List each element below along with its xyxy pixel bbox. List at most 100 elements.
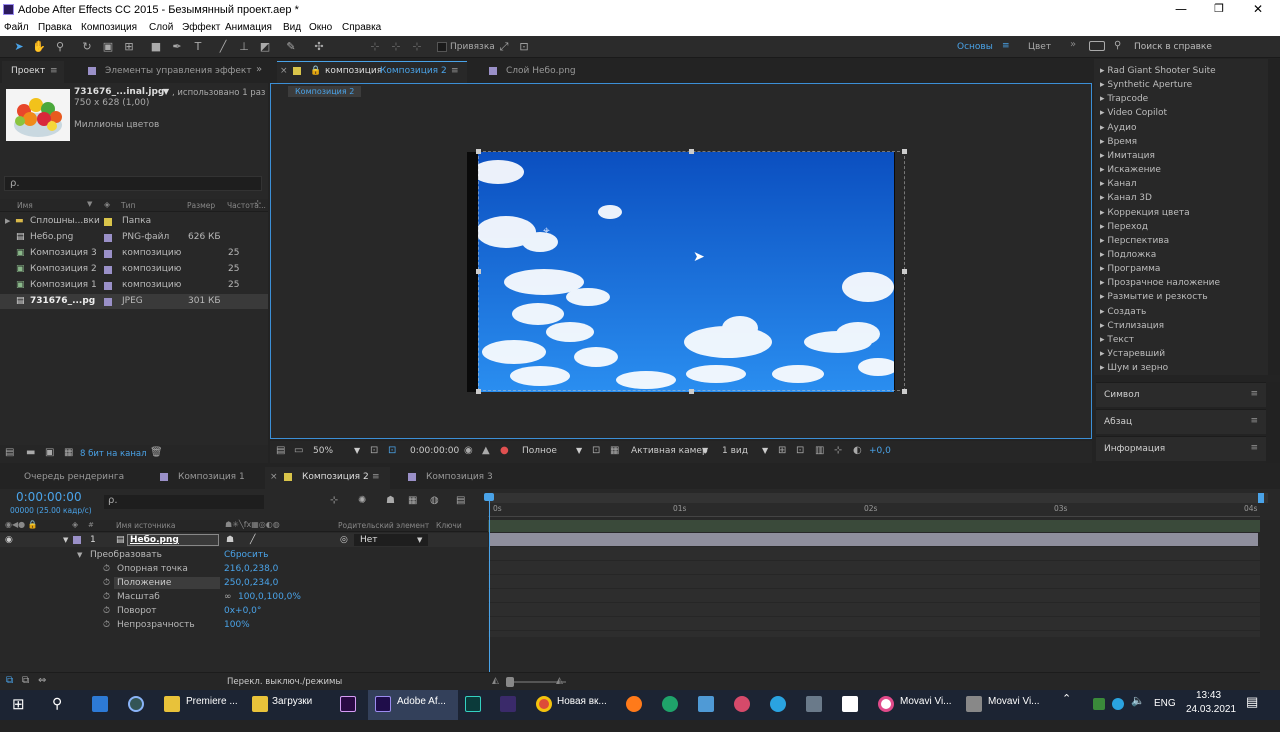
new-comp-icon[interactable]: ▣ <box>45 447 54 458</box>
col-size[interactable]: Размер <box>187 201 215 210</box>
transform-handle[interactable] <box>476 269 481 274</box>
audition-app-icon[interactable] <box>465 696 481 712</box>
document-app-icon[interactable] <box>842 696 858 712</box>
panel-character[interactable]: Символ ≡ <box>1096 382 1266 407</box>
trash-icon[interactable]: 🗑 <box>150 447 163 458</box>
effect-category[interactable]: ▸ Канал 3D <box>1100 193 1152 203</box>
transform-handle[interactable] <box>902 269 907 274</box>
zoom-select[interactable]: 50% <box>313 446 333 456</box>
effect-category[interactable]: ▸ Создать <box>1100 307 1146 317</box>
asset-dropdown-icon[interactable]: ▼ <box>163 87 169 96</box>
timeline-icon[interactable]: ▥ <box>815 445 824 456</box>
puppet-tool-icon[interactable]: ✣ <box>312 40 326 54</box>
layer-expand-icon[interactable]: ▼ <box>63 536 68 544</box>
axis-world-icon[interactable]: ⊹ <box>389 40 403 54</box>
zoom-slider-handle[interactable] <box>506 677 514 687</box>
menu-edit[interactable]: Правка <box>38 22 72 33</box>
effect-category[interactable]: ▸ Программа <box>1100 264 1160 274</box>
menu-file[interactable]: Файл <box>4 22 29 33</box>
clone-stamp-icon[interactable]: ⊥ <box>237 40 251 54</box>
help-search-input[interactable]: Поиск в справке <box>1134 42 1212 52</box>
browser-app-icon[interactable] <box>128 696 144 712</box>
type-tool-icon[interactable]: T <box>191 40 205 54</box>
quality-switch-icon[interactable]: ╱ <box>250 535 255 545</box>
app-icon[interactable] <box>806 696 822 712</box>
tray-overflow-icon[interactable]: ⌃ <box>1062 692 1071 720</box>
pick-whip-icon[interactable]: ◎ <box>340 535 348 545</box>
col-type[interactable]: Тип <box>121 201 135 210</box>
new-folder-icon[interactable]: ▬ <box>26 447 35 458</box>
effect-category[interactable]: ▸ Искажение <box>1100 165 1161 175</box>
col-keys[interactable]: Ключи <box>436 521 462 530</box>
effect-category[interactable]: ▸ Перспектива <box>1100 236 1169 246</box>
sync-icon[interactable] <box>1089 41 1105 51</box>
property-row[interactable]: ⏱ Поворот 0x+0,0° <box>0 604 488 618</box>
snap-option-icon[interactable]: ⤢ <box>497 40 511 54</box>
workspace-overflow-icon[interactable]: » <box>1070 39 1076 50</box>
col-name[interactable]: Имя <box>17 201 33 210</box>
playhead-handle[interactable] <box>484 493 494 501</box>
work-area-end[interactable] <box>1258 493 1264 503</box>
effect-category[interactable]: ▸ Video Copilot <box>1100 108 1167 118</box>
tab-layer[interactable]: Слой Небо.png <box>506 66 576 76</box>
panel-paragraph[interactable]: Абзац ≡ <box>1096 409 1266 434</box>
region-of-interest-icon[interactable]: ⊡ <box>592 445 600 456</box>
comp-breadcrumb[interactable]: Композиция 2 <box>288 86 362 97</box>
stopwatch-icon[interactable]: ⏱ <box>103 564 110 574</box>
layer-row[interactable]: ◉ ▼ 1 ▤ Небо.png ☗ ╱ ◎ Нет ▼ <box>0 533 488 547</box>
stopwatch-icon[interactable]: ⏱ <box>103 592 110 602</box>
effect-category[interactable]: ▸ Размытие и резкость <box>1100 292 1208 302</box>
menu-view[interactable]: Вид <box>283 22 301 33</box>
expand-arrow-icon[interactable]: ▶ <box>5 217 10 225</box>
menu-layer[interactable]: Слой <box>149 22 173 33</box>
list-item[interactable]: ▣ Композиция 2 композицию 25 <box>0 262 268 277</box>
layer-name[interactable]: Небо.png <box>130 535 179 545</box>
settings-icon[interactable]: ▦ <box>64 447 73 458</box>
property-value[interactable]: 100,0,100,0% <box>238 592 301 602</box>
brush-tool-icon[interactable]: ╱ <box>216 40 230 54</box>
always-preview-icon[interactable]: ▤ <box>276 445 285 456</box>
panel-menu-icon[interactable]: ≡ <box>1250 443 1258 453</box>
panel-overflow-icon[interactable]: » <box>256 64 262 75</box>
effect-category[interactable]: ▸ Rad Giant Shooter Suite <box>1100 66 1216 76</box>
menu-effect[interactable]: Эффект <box>182 22 220 33</box>
snap-checkbox[interactable] <box>437 42 447 52</box>
tab-close-icon[interactable]: × <box>270 472 278 482</box>
tab-close-icon[interactable]: × <box>280 66 288 76</box>
pen-tool-icon[interactable]: ✒ <box>170 40 184 54</box>
effect-category[interactable]: ▸ Коррекция цвета <box>1100 208 1190 218</box>
firefox-app-icon[interactable] <box>626 696 642 712</box>
telegram-app-icon[interactable] <box>770 696 786 712</box>
layer-duration-bar[interactable] <box>490 533 1258 546</box>
label-swatch[interactable] <box>104 250 112 258</box>
list-item-selected[interactable]: ▤ 731676_...pg JPEG 301 КБ <box>0 294 268 309</box>
channel-icon[interactable]: ● <box>500 445 509 456</box>
graph-editor-icon[interactable]: ▤ <box>456 495 465 506</box>
notes-app-icon[interactable] <box>698 696 714 712</box>
current-time[interactable]: 0:00:00:00 <box>410 446 459 456</box>
reset-button[interactable]: Сбросить <box>224 550 268 560</box>
tray-speaker-icon[interactable]: 🔈 <box>1131 694 1145 722</box>
ae-taskbar-icon[interactable] <box>375 696 391 712</box>
transform-handle[interactable] <box>689 149 694 154</box>
zoom-tool-icon[interactable]: ⚲ <box>53 40 67 54</box>
zoom-in-icon[interactable]: ◭ <box>556 676 563 686</box>
effect-category[interactable]: ▸ Trapcode <box>1100 94 1148 104</box>
effect-category[interactable]: ▸ Прозрачное наложение <box>1100 278 1220 288</box>
work-area-bar[interactable] <box>488 493 1268 503</box>
flowchart-view-icon[interactable]: ⊹ <box>834 445 842 456</box>
rotate-tool-icon[interactable]: ↻ <box>80 40 94 54</box>
language-indicator[interactable]: ENG <box>1154 698 1176 726</box>
mask-visibility-icon[interactable]: ⊡ <box>388 445 396 456</box>
toggle-switches-modes[interactable]: Перекл. выключ./режимы <box>227 677 342 687</box>
resolution-dropdown-icon[interactable]: ▼ <box>576 446 582 455</box>
close-icon[interactable]: ✕ <box>1248 2 1268 16</box>
timeline-search-input[interactable]: ρ. <box>104 495 264 509</box>
edge-app-icon[interactable] <box>662 696 678 712</box>
panel-menu-icon[interactable]: ≡ <box>1250 389 1258 399</box>
property-value[interactable]: 0x+0,0° <box>224 606 261 616</box>
panel-info[interactable]: Информация ≡ <box>1096 436 1266 461</box>
maximize-icon[interactable]: ❐ <box>1209 2 1229 15</box>
hand-tool-icon[interactable]: ✋ <box>32 40 46 54</box>
transform-handle[interactable] <box>476 149 481 154</box>
